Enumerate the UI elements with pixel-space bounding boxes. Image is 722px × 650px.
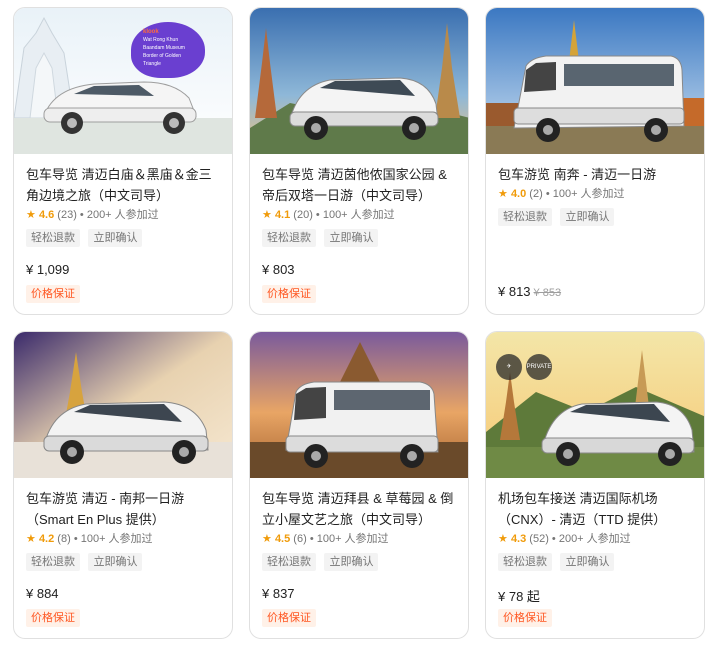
rating-score: 4.5 bbox=[274, 533, 291, 545]
tag-refund: 轻松退款 bbox=[26, 553, 80, 571]
product-image bbox=[14, 332, 232, 478]
product-card[interactable]: 包车游览 清迈 - 南邦一日游（Smart En Plus 提供） ★ 4.2 … bbox=[13, 331, 233, 639]
review-count: (6) bbox=[293, 533, 307, 545]
price-guarantee-badge: 价格保证 bbox=[498, 609, 552, 627]
rating-row: ★ 4.0 (2) • 100+ 人参加过 bbox=[498, 186, 694, 202]
tag-instant-confirm: 立即确认 bbox=[88, 553, 143, 571]
price: ¥ 1,099 bbox=[26, 262, 70, 277]
tag-refund: 轻松退款 bbox=[498, 553, 552, 571]
rating-row: ★ 4.3 (52) • 200+ 人参加过 bbox=[498, 531, 694, 547]
product-title[interactable]: 包车导览 清迈茵他侬国家公园 & 帝后双塔一日游（中文司导） bbox=[262, 164, 458, 206]
product-card[interactable]: 包车游览 南奔 - 清迈一日游 ★ 4.0 (2) • 100+ 人参加过 轻松… bbox=[485, 7, 705, 315]
tag-list: 轻松退款 立即确认 bbox=[26, 228, 222, 248]
booked-count: • 100+ 人参加过 bbox=[545, 188, 625, 200]
star-icon: ★ bbox=[262, 533, 272, 545]
price-guarantee-badge: 价格保证 bbox=[262, 285, 316, 303]
tag-refund: 轻松退款 bbox=[498, 208, 552, 226]
tag-instant-confirm: 立即确认 bbox=[560, 208, 615, 226]
rating-score: 4.6 bbox=[38, 209, 55, 221]
booked-count: • 100+ 人参加过 bbox=[73, 533, 153, 545]
product-card[interactable]: 包车导览 清迈拜县 & 草莓园 & 倒立小屋文艺之旅（中文司导） ★ 4.5 (… bbox=[249, 331, 469, 639]
rating-row: ★ 4.1 (20) • 100+ 人参加过 bbox=[262, 207, 458, 223]
product-title[interactable]: 包车导览 清迈白庙＆黑庙＆金三角边境之旅（中文司导） bbox=[26, 164, 222, 206]
current-price: ¥ 813 bbox=[498, 284, 531, 299]
promo-line: Border of Golden Triangle bbox=[143, 53, 182, 67]
star-icon: ★ bbox=[498, 188, 508, 200]
tag-refund: 轻松退款 bbox=[26, 229, 80, 247]
price: ¥ 837 bbox=[262, 586, 295, 601]
product-card[interactable]: klook Wat Rong Khun Baandam Museum Borde… bbox=[13, 7, 233, 315]
product-image: klook Wat Rong Khun Baandam Museum Borde… bbox=[14, 8, 232, 154]
star-icon: ★ bbox=[498, 533, 508, 545]
review-count: (23) bbox=[57, 209, 77, 221]
tag-list: 轻松退款 立即确认 bbox=[26, 552, 222, 572]
review-count: (20) bbox=[293, 209, 313, 221]
rating-row: ★ 4.5 (6) • 100+ 人参加过 bbox=[262, 531, 458, 547]
tag-list: 轻松退款 立即确认 bbox=[498, 552, 694, 572]
review-count: (8) bbox=[57, 533, 71, 545]
product-title[interactable]: 包车游览 南奔 - 清迈一日游 bbox=[498, 164, 694, 185]
private-badge: PRIVATE bbox=[526, 354, 552, 380]
tag-instant-confirm: 立即确认 bbox=[88, 229, 143, 247]
price: ¥ 884 bbox=[26, 586, 59, 601]
booked-count: • 200+ 人参加过 bbox=[79, 209, 159, 221]
promo-line: Wat Rong Khun bbox=[143, 37, 179, 43]
tag-refund: 轻松退款 bbox=[262, 553, 316, 571]
product-grid: klook Wat Rong Khun Baandam Museum Borde… bbox=[13, 7, 705, 639]
original-price: ¥ 853 bbox=[533, 287, 562, 299]
tag-list: 轻松退款 立即确认 bbox=[262, 552, 458, 572]
price-guarantee-badge: 价格保证 bbox=[262, 609, 316, 627]
review-count: (52) bbox=[529, 533, 549, 545]
price-guarantee-badge: 价格保证 bbox=[26, 285, 80, 303]
airplane-icon: ✈ bbox=[496, 354, 522, 380]
product-image: ✈ PRIVATE bbox=[486, 332, 704, 478]
tag-list: 轻松退款 立即确认 bbox=[262, 228, 458, 248]
tag-instant-confirm: 立即确认 bbox=[324, 229, 379, 247]
product-image bbox=[250, 8, 468, 154]
rating-row: ★ 4.2 (8) • 100+ 人参加过 bbox=[26, 531, 222, 547]
promo-brand: klook bbox=[143, 29, 159, 35]
star-icon: ★ bbox=[262, 209, 272, 221]
tag-instant-confirm: 立即确认 bbox=[324, 553, 379, 571]
rating-score: 4.1 bbox=[274, 209, 291, 221]
booked-count: • 100+ 人参加过 bbox=[309, 533, 389, 545]
tag-instant-confirm: 立即确认 bbox=[560, 553, 615, 571]
product-card[interactable]: ✈ PRIVATE 机场包车接送 清迈国际机场（CNX）- 清迈（TTD 提供）… bbox=[485, 331, 705, 639]
product-card[interactable]: 包车导览 清迈茵他侬国家公园 & 帝后双塔一日游（中文司导） ★ 4.1 (20… bbox=[249, 7, 469, 315]
product-image bbox=[486, 8, 704, 154]
price: ¥ 803 bbox=[262, 262, 295, 277]
tag-refund: 轻松退款 bbox=[262, 229, 316, 247]
product-title[interactable]: 包车导览 清迈拜县 & 草莓园 & 倒立小屋文艺之旅（中文司导） bbox=[262, 488, 458, 530]
rating-row: ★ 4.6 (23) • 200+ 人参加过 bbox=[26, 207, 222, 223]
booked-count: • 100+ 人参加过 bbox=[315, 209, 395, 221]
product-title[interactable]: 包车游览 清迈 - 南邦一日游（Smart En Plus 提供） bbox=[26, 488, 222, 530]
star-icon: ★ bbox=[26, 209, 36, 221]
price: ¥ 78 起 bbox=[498, 589, 540, 604]
star-icon: ★ bbox=[26, 533, 36, 545]
product-title[interactable]: 机场包车接送 清迈国际机场（CNX）- 清迈（TTD 提供） bbox=[498, 488, 694, 530]
review-count: (2) bbox=[529, 188, 543, 200]
promo-line: Baandam Museum bbox=[143, 45, 185, 51]
price-guarantee-badge: 价格保证 bbox=[26, 609, 80, 627]
promo-bubble: klook Wat Rong Khun Baandam Museum Borde… bbox=[131, 22, 205, 78]
price: ¥ 813 ¥ 853 bbox=[498, 284, 561, 299]
tag-list: 轻松退款 立即确认 bbox=[498, 207, 694, 227]
booked-count: • 200+ 人参加过 bbox=[551, 533, 631, 545]
rating-score: 4.3 bbox=[510, 533, 527, 545]
product-image bbox=[250, 332, 468, 478]
rating-score: 4.2 bbox=[38, 533, 55, 545]
rating-score: 4.0 bbox=[510, 188, 527, 200]
